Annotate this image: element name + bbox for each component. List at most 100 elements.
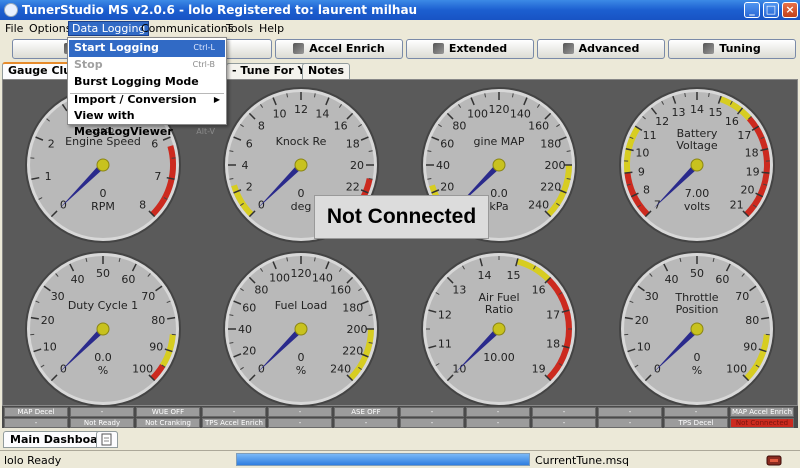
gauge-tick-label: 22 bbox=[346, 180, 360, 193]
gauge-tick-label: 60 bbox=[242, 302, 256, 315]
gauge-units: deg bbox=[291, 200, 312, 213]
gauge-value: 0 bbox=[694, 351, 701, 364]
gauge-tick-label: 60 bbox=[121, 273, 135, 286]
gauge-tick-label: 19 bbox=[532, 363, 546, 376]
window-title: TunerStudio MS v2.0.6 - lolo Registered … bbox=[22, 3, 418, 17]
gauge-tick-label: 16 bbox=[725, 115, 739, 128]
not-connected-overlay: Not Connected bbox=[314, 195, 489, 239]
menu-help[interactable]: Help bbox=[256, 22, 287, 37]
gauge-tick-label: 100 bbox=[726, 363, 747, 376]
indicator-light: - bbox=[268, 407, 332, 417]
menu-bar: File Options Data Logging Communications… bbox=[0, 20, 800, 38]
indicator-panel: MAP Decel - WUE OFF - - ASE OFF - - - - - MAP Accel… bbox=[2, 406, 798, 428]
menu-start-logging[interactable]: Start Logging Ctrl-L bbox=[69, 40, 225, 57]
gauge-tick-label: 240 bbox=[330, 363, 351, 376]
gauge-tick-label: 40 bbox=[665, 273, 679, 286]
maximize-button[interactable]: □ bbox=[763, 2, 779, 18]
gauge-tick-label: 12 bbox=[294, 103, 308, 116]
gauge-tick-label: 50 bbox=[96, 267, 110, 280]
gauge-tick-label: 160 bbox=[330, 283, 351, 296]
indicator-light: - bbox=[4, 418, 68, 428]
tab-gauge-cluster[interactable]: Gauge Cluster bbox=[2, 62, 70, 79]
gauge-tick-label: 0 bbox=[258, 363, 265, 376]
gauge-tick-label: 13 bbox=[452, 283, 466, 296]
gauge-tick-label: 10 bbox=[637, 340, 651, 353]
close-button[interactable]: × bbox=[782, 2, 798, 18]
gauge-tick-label: 16 bbox=[334, 119, 348, 132]
gauge-tick-label: 20 bbox=[350, 159, 364, 172]
gauge-tick-label: 7 bbox=[654, 199, 661, 212]
gauge-tick-label: 17 bbox=[737, 129, 751, 142]
gauge-value: 0 bbox=[100, 187, 107, 200]
gauge: 010 20 30 40 50 60 70 80 90 100 Duty Cycle 1 0.0% bbox=[25, 251, 181, 407]
tuning-icon bbox=[703, 43, 715, 54]
app-icon bbox=[4, 3, 18, 17]
gauge-tick-label: 14 bbox=[478, 269, 492, 282]
gauge-tick-label: 220 bbox=[540, 180, 561, 193]
indicator-light: TPS Accel Enrich bbox=[202, 418, 266, 428]
gauge-units: % bbox=[296, 364, 306, 377]
progress-fill bbox=[237, 454, 529, 465]
menu-import-conversion[interactable]: Import / Conversion ▶ bbox=[69, 92, 225, 109]
gauge-units: RPM bbox=[91, 200, 115, 213]
gauge-value: 0 bbox=[298, 187, 305, 200]
indicator-light: - bbox=[598, 407, 662, 417]
gauge-tick-label: 8 bbox=[258, 119, 265, 132]
menu-stop[interactable]: Stop Ctrl-B bbox=[69, 57, 225, 74]
gauge-tick-label: 20 bbox=[635, 314, 649, 327]
new-dashboard-button[interactable] bbox=[96, 431, 118, 448]
tuning-button[interactable]: Tuning bbox=[668, 39, 796, 59]
gauge-units: % bbox=[692, 364, 702, 377]
gauge-tick-label: 10 bbox=[635, 147, 649, 160]
menu-view-megalogviewer[interactable]: View with MegaLogViewer Alt-V bbox=[69, 108, 225, 138]
gauge-tick-label: 10 bbox=[452, 363, 466, 376]
gauge-minor-tick bbox=[684, 92, 686, 98]
indicator-light: MAP Accel Enrich bbox=[730, 407, 794, 417]
gauge-tick-label: 10 bbox=[43, 340, 57, 353]
gauge-tick-label: 80 bbox=[151, 314, 165, 327]
gauge-title: Ratio bbox=[485, 303, 514, 316]
gauge-tick-label: 11 bbox=[438, 337, 452, 350]
gauge: 1011121314 1516171819Air FuelRatio10.00 bbox=[421, 251, 577, 407]
gauge-tick-label: 17 bbox=[546, 309, 560, 322]
title-bar: TunerStudio MS v2.0.6 - lolo Registered … bbox=[0, 0, 800, 20]
menu-tools[interactable]: Tools bbox=[223, 22, 256, 37]
gauge-tick-label: 90 bbox=[149, 340, 163, 353]
gauge-tick-label: 20 bbox=[440, 180, 454, 193]
gauge-tick-label: 1 bbox=[45, 170, 52, 183]
gauge-title: Position bbox=[676, 303, 719, 316]
menu-start-logging-shortcut: Ctrl-L bbox=[193, 43, 215, 52]
gauge-hub bbox=[294, 322, 308, 336]
new-dashboard-icon bbox=[101, 433, 112, 446]
gauge-value: 0.0 bbox=[94, 351, 112, 364]
indicator-light: - bbox=[400, 418, 464, 428]
indicator-light: Not Cranking bbox=[136, 418, 200, 428]
gauge-value: 7.00 bbox=[685, 187, 710, 200]
gauge-tick-label: 18 bbox=[745, 147, 759, 160]
gauge-units: kPa bbox=[489, 200, 508, 213]
advanced-label: Advanced bbox=[578, 42, 640, 55]
status-bar: lolo Ready CurrentTune.msq bbox=[0, 450, 800, 468]
menu-megalogviewer-label: View with MegaLogViewer bbox=[74, 109, 173, 138]
menu-file[interactable]: File bbox=[2, 22, 26, 37]
gauge-hub bbox=[492, 158, 506, 172]
advanced-icon bbox=[562, 43, 574, 54]
gauge-tick-label: 9 bbox=[638, 165, 645, 178]
tab-notes[interactable]: Notes bbox=[302, 63, 351, 79]
advanced-button[interactable]: Advanced bbox=[537, 39, 665, 59]
gauge-tick-label: 18 bbox=[546, 337, 560, 350]
gauge-tick-label: 15 bbox=[506, 269, 520, 282]
gauge-title: Duty Cycle 1 bbox=[68, 299, 138, 312]
gauge-tick-label: 40 bbox=[71, 273, 85, 286]
menu-communications[interactable]: Communications bbox=[138, 22, 236, 37]
gauge-hub bbox=[294, 158, 308, 172]
menu-burst-logging[interactable]: Burst Logging Mode bbox=[69, 74, 225, 91]
minimize-button[interactable]: _ bbox=[744, 2, 760, 18]
accel-enrich-button[interactable]: Accel Enrich bbox=[275, 39, 403, 59]
gauge-tick-label: 80 bbox=[745, 314, 759, 327]
gauge-hub bbox=[690, 158, 704, 172]
gauge-tick-label: 100 bbox=[132, 363, 153, 376]
extended-button[interactable]: Extended bbox=[406, 39, 534, 59]
gauge-minor-tick bbox=[708, 92, 710, 98]
current-tune-file: CurrentTune.msq bbox=[535, 454, 629, 467]
